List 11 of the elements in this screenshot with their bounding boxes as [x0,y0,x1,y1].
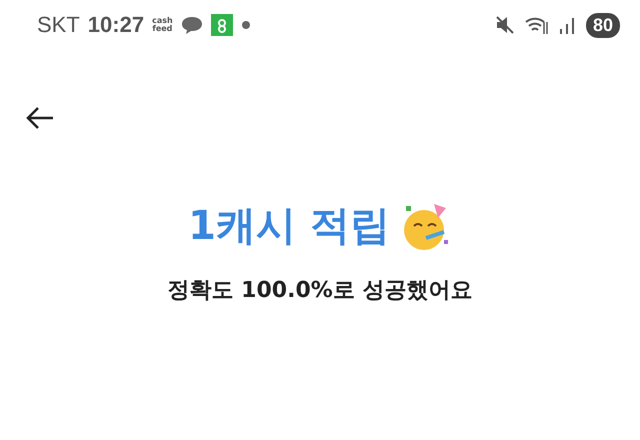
chat-bubble-icon [180,15,203,35]
clock-time: 10:27 [88,12,144,38]
carrier-name: SKT [37,12,80,38]
dot-icon [240,20,251,30]
back-icon[interactable] [25,106,55,130]
mute-icon [494,14,516,36]
battery-level: 80 [586,12,620,38]
reward-title: 1캐시 적립 [188,202,390,251]
success-message: 정확도 100.0%로 성공했어요 [168,277,472,305]
app-logo: cash feed [152,17,173,33]
app-icon [210,14,233,36]
